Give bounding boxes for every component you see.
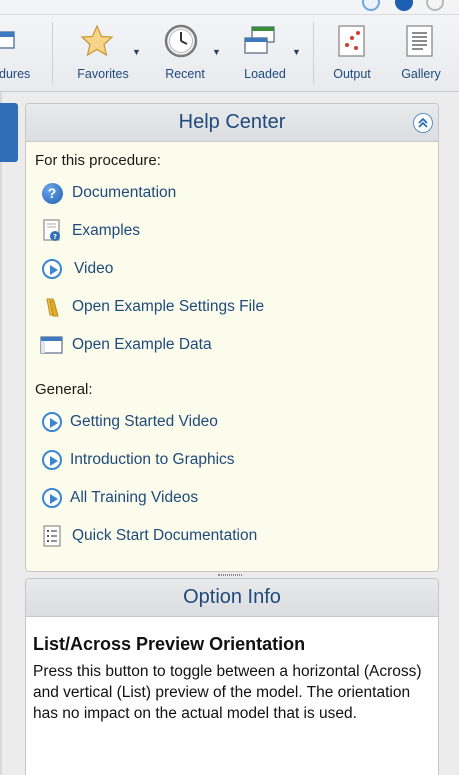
left-panel-edge — [0, 92, 2, 775]
documentation-label: Documentation — [72, 184, 177, 201]
video-label: Video — [74, 260, 114, 277]
play-icon — [40, 448, 64, 472]
folder-icon — [40, 295, 64, 319]
getting-started-video-link[interactable]: Getting Started Video — [40, 409, 218, 435]
open-example-settings-label: Open Example Settings File — [72, 298, 265, 315]
option-heading: List/Across Preview Orientation — [33, 634, 306, 654]
ribbon-toolbar: dures ▼ Favorites ▼ Recent ▼ Loaded Outp… — [0, 0, 459, 92]
option-info-panel: Option Info List/Across Preview Orientat… — [25, 578, 439, 775]
option-description: Press this button to toggle between a ho… — [33, 663, 422, 722]
video-link[interactable]: Video — [40, 256, 113, 282]
procedures-button[interactable]: dures — [0, 20, 40, 88]
star-icon — [80, 24, 114, 63]
general-heading: General: — [35, 381, 93, 398]
svg-text:?: ? — [53, 233, 57, 241]
favorites-label: Favorites — [77, 67, 129, 81]
output-button[interactable]: Output — [326, 20, 378, 88]
introduction-to-graphics-link[interactable]: Introduction to Graphics — [40, 447, 235, 473]
resize-grip[interactable] — [218, 574, 242, 576]
close-circle-icon[interactable] — [426, 0, 444, 11]
procedures-icon — [0, 24, 18, 59]
open-example-settings-link[interactable]: Open Example Settings File — [40, 294, 264, 320]
play-icon — [40, 257, 64, 281]
all-training-videos-label: All Training Videos — [70, 489, 199, 506]
examples-link[interactable]: ? Examples — [40, 218, 140, 244]
toolbar-separator — [313, 22, 314, 84]
windows-icon — [242, 24, 278, 63]
gallery-button[interactable]: Gallery — [394, 20, 448, 88]
help-center-header: Help Center — [26, 104, 438, 142]
help-center-title: Help Center — [178, 111, 286, 133]
procedures-label: dures — [0, 67, 31, 81]
example-doc-icon: ? — [40, 219, 64, 243]
open-example-data-label: Open Example Data — [72, 336, 212, 353]
loaded-button[interactable]: ▼ Loaded — [226, 20, 304, 88]
favorites-button[interactable]: ▼ Favorites — [64, 20, 142, 88]
loaded-label: Loaded — [244, 67, 286, 81]
loaded-dropdown-icon[interactable]: ▼ — [292, 47, 301, 57]
output-label: Output — [333, 67, 371, 81]
quick-start-documentation-link[interactable]: Quick Start Documentation — [40, 523, 257, 549]
favorites-dropdown-icon[interactable]: ▼ — [132, 47, 141, 57]
info-circle-icon[interactable] — [395, 0, 413, 11]
left-panel-tab[interactable] — [0, 103, 18, 162]
clock-icon — [164, 24, 198, 63]
gallery-doc-icon — [405, 24, 435, 63]
documentation-link[interactable]: ? Documentation — [40, 180, 176, 206]
toolbar-separator — [52, 22, 53, 84]
ribbon-top-strip — [0, 0, 459, 15]
list-doc-icon — [40, 524, 64, 548]
gallery-label: Gallery — [401, 67, 441, 81]
help-center-panel: Help Center For this procedure: ? Docume… — [25, 103, 439, 572]
quick-start-documentation-label: Quick Start Documentation — [72, 527, 258, 544]
option-info-header: Option Info — [26, 579, 438, 617]
play-icon — [40, 486, 64, 510]
examples-label: Examples — [72, 222, 141, 239]
all-training-videos-link[interactable]: All Training Videos — [40, 485, 198, 511]
getting-started-video-label: Getting Started Video — [70, 413, 218, 430]
play-icon — [40, 410, 64, 434]
question-icon: ? — [40, 181, 64, 205]
open-example-data-link[interactable]: Open Example Data — [40, 332, 212, 358]
introduction-to-graphics-label: Introduction to Graphics — [70, 451, 235, 468]
procedure-heading: For this procedure: — [35, 152, 161, 169]
output-chart-icon — [337, 24, 367, 63]
option-info-title: Option Info — [183, 586, 281, 608]
nav-circle-icon[interactable] — [362, 0, 380, 11]
data-sheet-icon — [40, 333, 64, 357]
recent-dropdown-icon[interactable]: ▼ — [212, 47, 221, 57]
recent-button[interactable]: ▼ Recent — [146, 20, 224, 88]
collapse-up-icon[interactable] — [413, 113, 433, 133]
recent-label: Recent — [165, 67, 205, 81]
